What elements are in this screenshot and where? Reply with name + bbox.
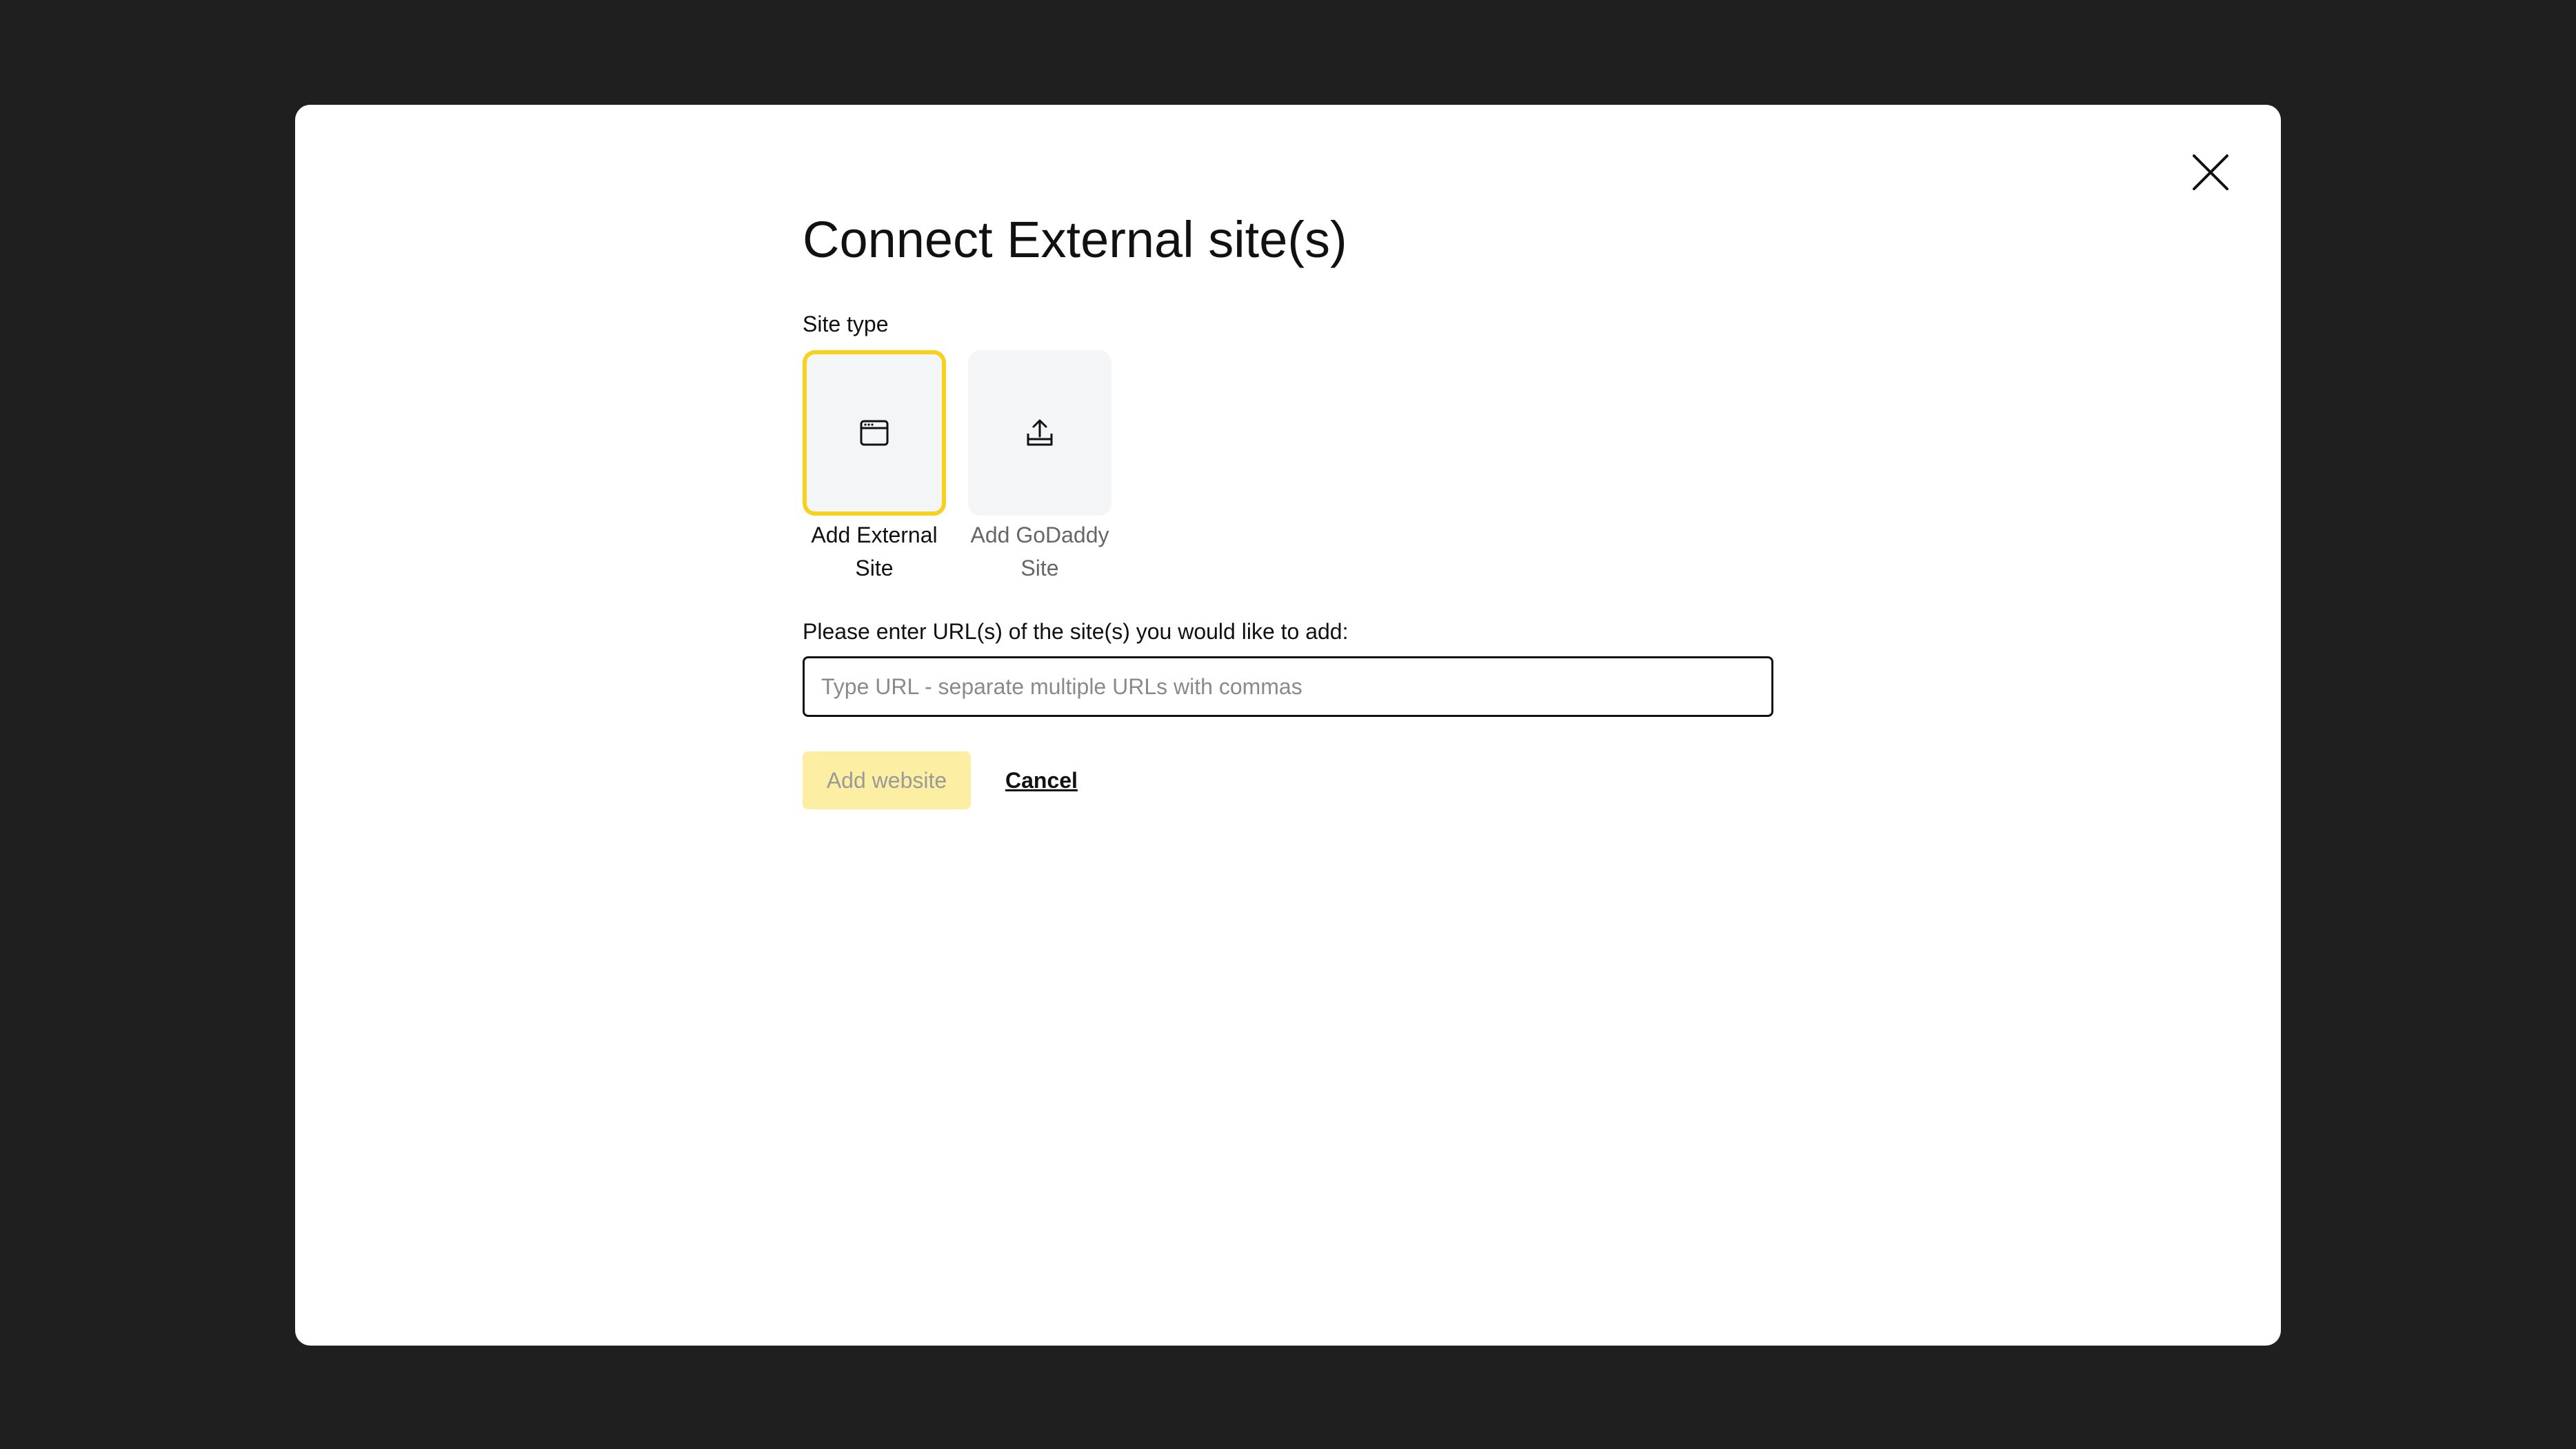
cancel-link[interactable]: Cancel — [1005, 768, 1078, 793]
dialog-title: Connect External site(s) — [803, 211, 1347, 268]
dialog-actions: Add website Cancel — [803, 751, 1775, 809]
close-button[interactable] — [2191, 153, 2230, 192]
site-type-options: Add External Site Add GoDaddy Site — [803, 350, 1775, 585]
site-type-option-godaddy[interactable]: Add GoDaddy Site — [968, 350, 1111, 585]
url-input[interactable] — [803, 656, 1773, 717]
add-godaddy-site-label-line2: Site — [1020, 556, 1059, 580]
browser-window-icon — [860, 420, 889, 446]
dialog-content: Connect External site(s) Site type Add E… — [803, 207, 1775, 809]
add-godaddy-site-label: Add GoDaddy Site — [964, 518, 1116, 585]
site-type-option-external[interactable]: Add External Site — [803, 350, 946, 585]
add-website-button[interactable]: Add website — [803, 751, 971, 809]
add-external-site-label-line2: Site — [855, 556, 894, 580]
site-type-label: Site type — [803, 312, 889, 336]
add-godaddy-site-tile[interactable] — [968, 350, 1111, 516]
add-external-site-label-line1: Add External — [811, 523, 938, 547]
upload-icon — [1027, 419, 1053, 446]
url-field-label: Please enter URL(s) of the site(s) you w… — [803, 619, 1349, 644]
add-external-site-label: Add External Site — [798, 518, 950, 585]
add-external-site-tile[interactable] — [803, 350, 946, 516]
add-godaddy-site-label-line1: Add GoDaddy — [970, 523, 1109, 547]
close-icon — [2193, 154, 2228, 190]
